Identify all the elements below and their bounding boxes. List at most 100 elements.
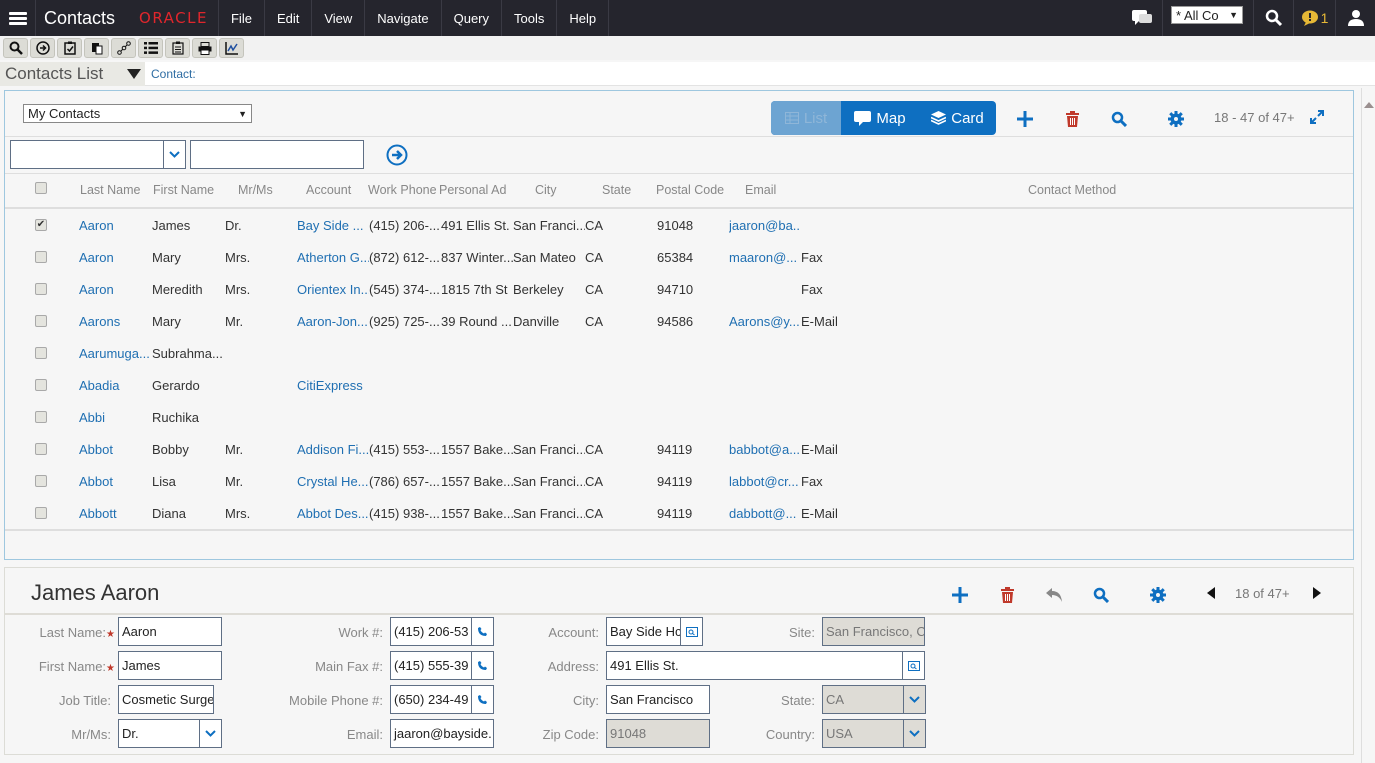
work-phone-call-button[interactable]	[472, 617, 494, 646]
last-name-cell[interactable]: Aaron	[79, 282, 151, 297]
checklist-icon[interactable]	[57, 38, 82, 58]
job-title-input[interactable]: Cosmetic Surge	[118, 685, 214, 714]
query-icon[interactable]	[1109, 109, 1129, 129]
column-header-first-name[interactable]: First Name	[153, 183, 219, 197]
expand-icon[interactable]	[1307, 107, 1327, 127]
account-cell[interactable]: Bay Side ...	[297, 218, 369, 233]
go-query-button[interactable]	[386, 144, 408, 166]
row-checkbox[interactable]	[35, 347, 47, 359]
column-header-city[interactable]: City	[535, 183, 585, 197]
mobile-phone-call-button[interactable]	[472, 685, 494, 714]
last-name-cell[interactable]: Abbi	[79, 410, 151, 425]
undo-icon[interactable]	[1044, 585, 1064, 605]
address-pick-button[interactable]	[903, 651, 925, 680]
copy-icon[interactable]	[84, 38, 109, 58]
row-checkbox[interactable]	[35, 379, 47, 391]
state-dropdown-button[interactable]	[904, 685, 926, 714]
form-delete-record-icon[interactable]	[997, 585, 1017, 605]
column-header-contact-method[interactable]: Contact Method	[1028, 183, 1128, 197]
last-name-cell[interactable]: Aarumuga...	[79, 346, 151, 361]
select-all-checkbox[interactable]	[35, 182, 47, 194]
account-cell[interactable]: CitiExpress	[297, 378, 369, 393]
last-name-cell[interactable]: Abbott	[79, 506, 151, 521]
menu-query[interactable]: Query	[442, 0, 503, 36]
main-fax-input[interactable]: (415) 555-39	[390, 651, 472, 680]
table-row[interactable]: Aarumuga... Subrahma...	[5, 337, 1353, 369]
row-checkbox[interactable]	[35, 251, 47, 263]
global-search-icon[interactable]	[1253, 0, 1293, 36]
row-checkbox[interactable]	[35, 315, 47, 327]
last-name-cell[interactable]: Abbot	[79, 442, 151, 457]
table-row[interactable]: Aarons Mary Mr. Aaron-Jon... (925) 725-... 39…	[5, 305, 1353, 337]
account-cell[interactable]: Orientex In...	[297, 282, 369, 297]
last-name-cell[interactable]: Abbot	[79, 474, 151, 489]
account-cell[interactable]: Addison Fi...	[297, 442, 369, 457]
form-settings-gear-icon[interactable]	[1148, 585, 1168, 605]
address-input[interactable]: 491 Ellis St.	[606, 651, 903, 680]
row-checkbox[interactable]	[35, 475, 47, 487]
city-input[interactable]: San Francisco	[606, 685, 710, 714]
email-cell[interactable]: maaron@...	[729, 250, 801, 265]
column-header-state[interactable]: State	[602, 183, 642, 197]
table-row[interactable]: Abbi Ruchika	[5, 401, 1353, 433]
mr-ms-dropdown-button[interactable]	[200, 719, 222, 748]
list-icon[interactable]	[138, 38, 163, 58]
visibility-filter-select[interactable]: My Contacts ▼	[23, 104, 252, 123]
table-row[interactable]: Abbot Bobby Mr. Addison Fi... (415) 553-... 1…	[5, 433, 1353, 465]
last-name-input[interactable]: Aaron	[118, 617, 222, 646]
menu-file[interactable]: File	[219, 0, 265, 36]
last-name-cell[interactable]: Aaron	[79, 250, 151, 265]
queue-select[interactable]: * All Co ▼	[1171, 6, 1243, 24]
clipboard-icon[interactable]	[165, 38, 190, 58]
mobile-phone-input[interactable]: (650) 234-49	[390, 685, 472, 714]
account-pick-button[interactable]	[681, 617, 703, 646]
menu-view[interactable]: View	[312, 0, 366, 36]
print-icon[interactable]	[192, 38, 217, 58]
column-header-last-name[interactable]: Last Name	[80, 183, 146, 197]
account-cell[interactable]: Aaron-Jon...	[297, 314, 369, 329]
email-cell[interactable]: babbot@a...	[729, 442, 801, 457]
workflow-icon[interactable]	[111, 38, 136, 58]
last-name-cell[interactable]: Aarons	[79, 314, 151, 329]
previous-record-icon[interactable]	[1203, 585, 1219, 601]
breadcrumb[interactable]: Contact:	[151, 67, 196, 81]
query-field-select[interactable]	[10, 140, 164, 169]
query-search-icon[interactable]	[3, 38, 28, 58]
row-checkbox[interactable]: ✔	[35, 219, 47, 231]
go-arrow-icon[interactable]	[30, 38, 55, 58]
delete-record-icon[interactable]	[1062, 109, 1082, 129]
account-cell[interactable]: Atherton G...	[297, 250, 369, 265]
menu-edit[interactable]: Edit	[265, 0, 313, 36]
row-checkbox[interactable]	[35, 507, 47, 519]
scroll-up-icon[interactable]	[1364, 102, 1374, 108]
email-cell[interactable]: labbot@cr...	[729, 474, 801, 489]
column-header-email[interactable]: Email	[745, 183, 795, 197]
form-query-icon[interactable]	[1091, 585, 1111, 605]
main-fax-call-button[interactable]	[472, 651, 494, 680]
table-row[interactable]: Abbott Diana Mrs. Abbot Des... (415) 938-...…	[5, 497, 1353, 529]
hamburger-menu-button[interactable]	[0, 0, 36, 36]
query-text-input[interactable]	[190, 140, 364, 169]
user-profile-icon[interactable]	[1335, 0, 1375, 36]
menu-tools[interactable]: Tools	[502, 0, 558, 36]
last-name-cell[interactable]: Abadia	[79, 378, 151, 393]
email-cell[interactable]: Aarons@y...	[729, 314, 801, 329]
chat-icon[interactable]	[1122, 0, 1162, 36]
table-row[interactable]: ✔ Aaron James Dr. Bay Side ... (415) 206-... 4…	[5, 209, 1353, 241]
query-field-dropdown-button[interactable]	[163, 140, 186, 169]
settings-gear-icon[interactable]	[1166, 109, 1186, 129]
menu-navigate[interactable]: Navigate	[365, 0, 442, 36]
row-checkbox[interactable]	[35, 443, 47, 455]
notification-icon[interactable]: 1	[1293, 0, 1335, 36]
account-cell[interactable]: Crystal He...	[297, 474, 369, 489]
menu-help[interactable]: Help	[557, 0, 610, 36]
email-cell[interactable]: jaaron@ba...	[729, 218, 801, 233]
state-select[interactable]: CA	[822, 685, 904, 714]
zip-code-input[interactable]: 91048	[606, 719, 710, 748]
column-header-personal-address[interactable]: Personal Ad	[439, 183, 509, 197]
column-header-postal-code[interactable]: Postal Code	[656, 183, 726, 197]
column-header-account[interactable]: Account	[306, 183, 361, 197]
table-row[interactable]: Aaron Meredith Mrs. Orientex In... (545) 374…	[5, 273, 1353, 305]
country-select[interactable]: USA	[822, 719, 904, 748]
mr-ms-select[interactable]: Dr.	[118, 719, 200, 748]
